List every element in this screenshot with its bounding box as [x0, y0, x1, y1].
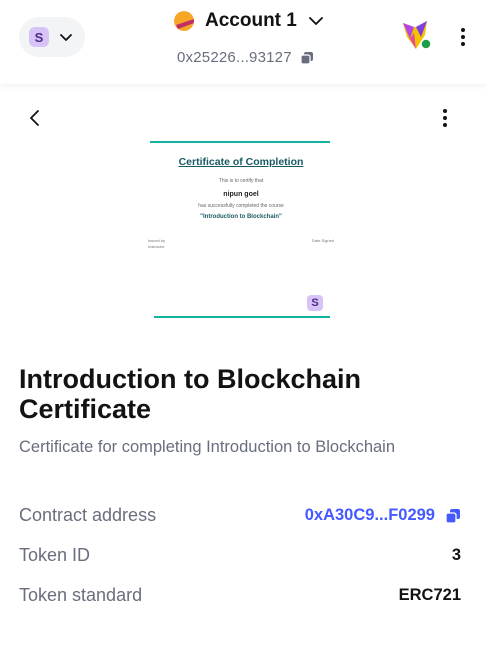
certificate-signature-right: Date Signed	[312, 238, 335, 243]
token-id-value: 3	[451, 546, 461, 564]
account-address-copy[interactable]: 0x25226...93127	[177, 49, 314, 66]
token-standard-label: Token standard	[19, 585, 143, 605]
app-header: S Account 1 0x25226...93127	[0, 0, 486, 84]
contract-address-row: Contract address 0xA30C9...F0299	[19, 505, 461, 526]
kebab-menu-icon[interactable]	[455, 26, 471, 48]
network-avatar: S	[29, 27, 49, 47]
account-address: 0x25226...93127	[177, 49, 292, 66]
chevron-down-icon	[308, 17, 323, 25]
certificate-bottom-border	[154, 316, 330, 318]
certificate-title: Certificate of Completion	[178, 156, 304, 168]
account-picker-button[interactable]: Account 1	[174, 10, 325, 32]
account-name: Account 1	[205, 10, 297, 31]
contract-address-link[interactable]: 0xA30C9...F0299	[305, 506, 461, 525]
token-id-row: Token ID 3	[19, 545, 461, 566]
nft-image: Certificate of Completion This is to cer…	[146, 138, 336, 322]
certificate-top-border	[150, 141, 330, 143]
network-badge: S	[307, 295, 323, 311]
account-avatar-icon	[174, 11, 194, 31]
certificate-course: "Introduction to Blockchain"	[200, 214, 282, 220]
contract-address-value[interactable]: 0xA30C9...F0299	[305, 506, 435, 525]
certificate-text: has successfully completed the course	[198, 203, 284, 209]
chevron-left-icon[interactable]	[24, 106, 46, 130]
certificate-signature-left: Issued by Instructor	[148, 238, 166, 249]
token-standard-value: ERC721	[398, 586, 461, 604]
certificate-recipient: nipun goel	[223, 191, 259, 198]
nft-title: Introduction to Blockchain Certificate	[19, 364, 361, 424]
chevron-down-icon	[60, 34, 72, 41]
copy-icon	[300, 51, 313, 65]
token-id-label: Token ID	[19, 545, 91, 565]
network-picker-button[interactable]: S	[19, 17, 85, 57]
kebab-menu-icon[interactable]	[437, 106, 453, 130]
token-standard-row: Token standard ERC721	[19, 585, 461, 606]
certificate-text: This is to certify that	[218, 178, 264, 184]
contract-address-label: Contract address	[19, 505, 157, 525]
metamask-fox-icon[interactable]	[401, 19, 431, 51]
copy-icon[interactable]	[445, 508, 461, 524]
nft-description: Certificate for completing Introduction …	[19, 438, 396, 456]
